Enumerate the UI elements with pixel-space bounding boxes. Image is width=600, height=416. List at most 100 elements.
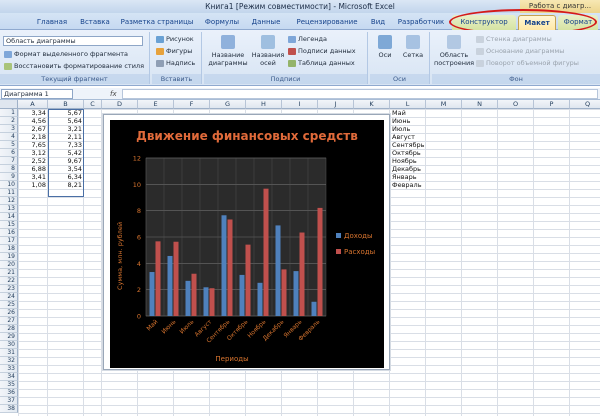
reset-style-button[interactable]: Восстановить форматирование стиля bbox=[4, 62, 144, 70]
row-header-18[interactable]: 18 bbox=[0, 245, 18, 253]
gridlines-button[interactable]: Сетка bbox=[400, 35, 426, 59]
plot-area-button[interactable]: Область построения bbox=[434, 35, 474, 67]
chart-floor-button[interactable]: Основание диаграммы bbox=[476, 47, 564, 55]
bar-income[interactable] bbox=[275, 225, 281, 316]
cell-l8[interactable]: Декабрь bbox=[390, 165, 426, 173]
cell-l6[interactable]: Октябрь bbox=[390, 149, 426, 157]
fx-icon[interactable]: fx bbox=[110, 88, 117, 100]
row-header-32[interactable]: 32 bbox=[0, 357, 18, 365]
bar-expense[interactable] bbox=[263, 188, 269, 316]
legend-entry[interactable]: Доходы bbox=[344, 232, 373, 240]
tab-page-layout[interactable]: Разметка страницы bbox=[116, 15, 198, 30]
select-all-corner[interactable] bbox=[0, 100, 18, 109]
tab-developer[interactable]: Разработчик bbox=[394, 15, 448, 30]
legend-button[interactable]: Легенда bbox=[288, 35, 327, 43]
column-header-i[interactable]: I bbox=[282, 100, 318, 109]
bar-income[interactable] bbox=[293, 271, 299, 316]
row-header-4[interactable]: 4 bbox=[0, 133, 18, 141]
row-header-29[interactable]: 29 bbox=[0, 333, 18, 341]
bar-income[interactable] bbox=[167, 255, 173, 316]
cell-l1[interactable]: Май bbox=[390, 109, 426, 117]
tab-insert[interactable]: Вставка bbox=[74, 15, 116, 30]
row-header-36[interactable]: 36 bbox=[0, 389, 18, 397]
column-header-l[interactable]: L bbox=[390, 100, 426, 109]
bar-expense[interactable] bbox=[209, 288, 215, 316]
axes-button[interactable]: Оси bbox=[372, 35, 398, 59]
tab-data[interactable]: Данные bbox=[246, 15, 286, 30]
column-header-o[interactable]: O bbox=[498, 100, 534, 109]
x-axis-title[interactable]: Периоды bbox=[215, 355, 248, 363]
row-header-19[interactable]: 19 bbox=[0, 253, 18, 261]
tab-view[interactable]: Вид bbox=[366, 15, 390, 30]
cell-a6[interactable]: 3,12 bbox=[18, 149, 48, 157]
bar-expense[interactable] bbox=[245, 244, 251, 316]
plot-area[interactable]: 024681012Май Июнь ИюльАвгустСентябрьОктябр… bbox=[133, 155, 375, 345]
bar-expense[interactable] bbox=[281, 269, 287, 316]
cell-a10[interactable]: 1,08 bbox=[18, 181, 48, 189]
format-selection-button[interactable]: Формат выделенного фрагмента bbox=[4, 50, 128, 58]
row-header-22[interactable]: 22 bbox=[0, 277, 18, 285]
cell-l3[interactable]: Июль bbox=[390, 125, 426, 133]
tab-formulas[interactable]: Формулы bbox=[200, 15, 244, 30]
row-header-8[interactable]: 8 bbox=[0, 165, 18, 173]
column-header-j[interactable]: J bbox=[318, 100, 354, 109]
column-header-q[interactable]: Q bbox=[570, 100, 600, 109]
row-header-9[interactable]: 9 bbox=[0, 173, 18, 181]
chart-wall-button[interactable]: Стенка диаграммы bbox=[476, 35, 552, 43]
rotation-button[interactable]: Поворот объемной фигуры bbox=[476, 59, 579, 67]
row-header-10[interactable]: 10 bbox=[0, 181, 18, 189]
row-header-25[interactable]: 25 bbox=[0, 301, 18, 309]
row-header-3[interactable]: 3 bbox=[0, 125, 18, 133]
data-labels-button[interactable]: Подписи данных bbox=[288, 47, 356, 55]
bar-income[interactable] bbox=[203, 287, 209, 316]
row-header-12[interactable]: 12 bbox=[0, 197, 18, 205]
legend-entry[interactable]: Расходы bbox=[344, 248, 375, 256]
bar-income[interactable] bbox=[149, 272, 155, 316]
row-header-2[interactable]: 2 bbox=[0, 117, 18, 125]
cell-a9[interactable]: 3,41 bbox=[18, 173, 48, 181]
row-header-14[interactable]: 14 bbox=[0, 213, 18, 221]
cell-l4[interactable]: Август bbox=[390, 133, 426, 141]
row-header-30[interactable]: 30 bbox=[0, 341, 18, 349]
cell-l10[interactable]: Февраль bbox=[390, 181, 426, 189]
cell-a7[interactable]: 2,52 bbox=[18, 157, 48, 165]
column-header-n[interactable]: N bbox=[462, 100, 498, 109]
cell-a1[interactable]: 3,34 bbox=[18, 109, 48, 117]
row-header-35[interactable]: 35 bbox=[0, 381, 18, 389]
column-header-p[interactable]: P bbox=[534, 100, 570, 109]
row-header-31[interactable]: 31 bbox=[0, 349, 18, 357]
row-header-20[interactable]: 20 bbox=[0, 261, 18, 269]
cell-l2[interactable]: Июнь bbox=[390, 117, 426, 125]
cell-a4[interactable]: 2,18 bbox=[18, 133, 48, 141]
data-table-button[interactable]: Таблица данных bbox=[288, 59, 355, 67]
chart-element-combo[interactable]: Область диаграммы bbox=[3, 36, 143, 46]
row-header-1[interactable]: 1 bbox=[0, 109, 18, 117]
tab-home[interactable]: Главная bbox=[30, 15, 74, 30]
row-header-34[interactable]: 34 bbox=[0, 373, 18, 381]
column-header-b[interactable]: B bbox=[48, 100, 84, 109]
picture-button[interactable]: Рисунок bbox=[156, 35, 194, 43]
row-header-26[interactable]: 26 bbox=[0, 309, 18, 317]
cell-l7[interactable]: Ноябрь bbox=[390, 157, 426, 165]
chart-title-button[interactable]: Название диаграммы bbox=[206, 35, 250, 67]
row-header-15[interactable]: 15 bbox=[0, 221, 18, 229]
bar-expense[interactable] bbox=[299, 232, 305, 316]
column-header-e[interactable]: E bbox=[138, 100, 174, 109]
bar-expense[interactable] bbox=[173, 241, 179, 316]
row-header-33[interactable]: 33 bbox=[0, 365, 18, 373]
column-header-a[interactable]: A bbox=[18, 100, 48, 109]
column-header-d[interactable]: D bbox=[102, 100, 138, 109]
row-header-24[interactable]: 24 bbox=[0, 293, 18, 301]
row-header-27[interactable]: 27 bbox=[0, 317, 18, 325]
column-header-g[interactable]: G bbox=[210, 100, 246, 109]
tab-review[interactable]: Рецензирование bbox=[290, 15, 364, 30]
column-header-k[interactable]: K bbox=[354, 100, 390, 109]
bar-income[interactable] bbox=[185, 280, 191, 316]
bar-income[interactable] bbox=[221, 215, 227, 316]
row-header-5[interactable]: 5 bbox=[0, 141, 18, 149]
bar-expense[interactable] bbox=[155, 241, 161, 316]
cell-a5[interactable]: 7,65 bbox=[18, 141, 48, 149]
row-header-16[interactable]: 16 bbox=[0, 229, 18, 237]
cell-l9[interactable]: Январь bbox=[390, 173, 426, 181]
formula-input[interactable] bbox=[122, 89, 598, 99]
